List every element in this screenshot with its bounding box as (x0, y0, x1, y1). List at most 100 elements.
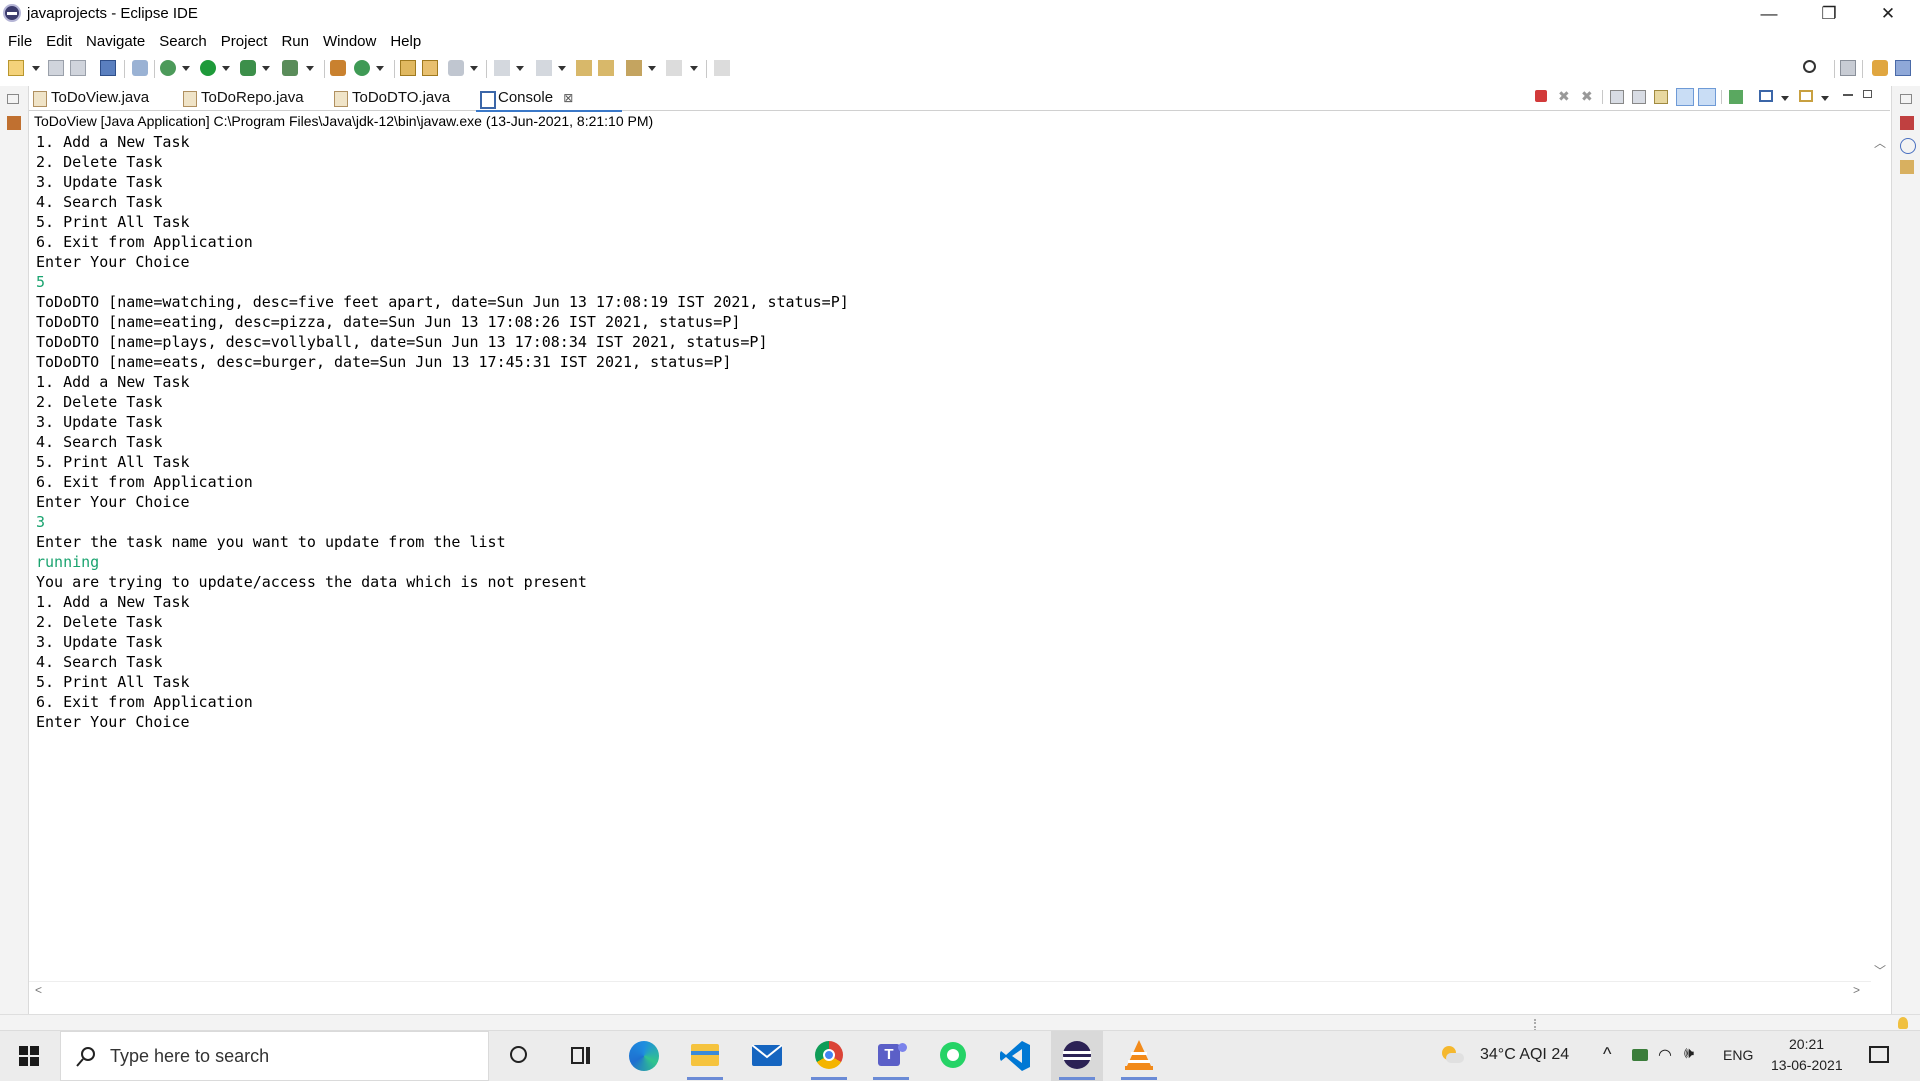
minimize-view-icon[interactable] (1843, 94, 1853, 96)
skip-breakpoints-icon[interactable] (132, 60, 148, 76)
restore-view-icon[interactable] (7, 94, 19, 104)
weather-text[interactable]: 34°C AQI 24 (1480, 1046, 1569, 1064)
word-wrap-icon[interactable] (1654, 90, 1668, 104)
maximize-view-icon[interactable] (1863, 90, 1872, 98)
scroll-down-icon[interactable]: ﹀ (1874, 962, 1886, 979)
tab-console[interactable]: Console ⊠ (476, 86, 622, 112)
new-icon[interactable] (8, 60, 24, 76)
minimize-button[interactable]: — (1746, 0, 1792, 30)
display-console-dropdown-icon[interactable] (1781, 96, 1789, 101)
back-dropdown-icon[interactable] (648, 66, 656, 71)
clear-console-icon[interactable] (1610, 90, 1624, 104)
pin-editor-icon[interactable] (714, 60, 730, 76)
restore-view-icon[interactable] (1900, 94, 1912, 104)
eclipse-icon[interactable] (1051, 1031, 1103, 1081)
search-dropdown-icon[interactable] (470, 66, 478, 71)
java-perspective-icon[interactable] (1872, 60, 1888, 76)
tab-todorepo-java[interactable]: ToDoRepo.java (179, 86, 331, 110)
debug-icon[interactable] (160, 60, 176, 76)
previous-annotation-dropdown-icon[interactable] (558, 66, 566, 71)
new-class-icon[interactable] (354, 60, 370, 76)
vlc-icon[interactable] (1113, 1031, 1165, 1081)
whatsapp-icon[interactable] (927, 1031, 979, 1081)
new-class-dropdown-icon[interactable] (376, 66, 384, 71)
scroll-right-icon[interactable]: > (1853, 983, 1860, 997)
remove-launch-icon[interactable]: ✖ (1558, 89, 1570, 103)
notifications-icon[interactable] (1869, 1046, 1889, 1063)
terminate-icon[interactable] (1535, 90, 1547, 102)
mail-icon[interactable] (741, 1031, 793, 1081)
next-annotation-dropdown-icon[interactable] (516, 66, 524, 71)
package-explorer-icon[interactable] (7, 116, 21, 130)
next-annotation-icon[interactable] (494, 60, 510, 76)
forward-icon[interactable] (666, 60, 682, 76)
show-console-error-icon[interactable] (1698, 88, 1716, 106)
show-console-output-icon[interactable] (1676, 88, 1694, 106)
previous-annotation-icon[interactable] (536, 60, 552, 76)
debug-perspective-icon[interactable] (1895, 60, 1911, 76)
volume-icon[interactable]: 🕪 (1684, 1045, 1694, 1063)
vertical-scrollbar[interactable]: ︿ ﹀ (1871, 132, 1889, 981)
clock-time[interactable]: 20:21 (1789, 1036, 1824, 1052)
forward-dropdown-icon[interactable] (690, 66, 698, 71)
wifi-icon[interactable]: ◠ (1658, 1045, 1672, 1065)
run-dropdown-icon[interactable] (222, 66, 230, 71)
display-selected-console-icon[interactable] (1759, 90, 1773, 102)
save-icon[interactable] (48, 60, 64, 76)
tab-todoview-java[interactable]: ToDoView.java (29, 86, 181, 110)
menu-run[interactable]: Run (273, 31, 315, 53)
menu-project[interactable]: Project (213, 31, 274, 53)
search-tool-icon[interactable] (448, 60, 464, 76)
restore-button[interactable]: ❐ (1806, 0, 1852, 30)
battery-icon[interactable] (1632, 1049, 1648, 1061)
cortana-icon[interactable] (494, 1031, 546, 1081)
menu-window[interactable]: Window (315, 31, 382, 53)
javadoc-icon[interactable] (1900, 138, 1916, 154)
menu-help[interactable]: Help (382, 31, 427, 53)
menu-navigate[interactable]: Navigate (78, 31, 151, 53)
vscode-icon[interactable] (989, 1031, 1041, 1081)
show-hidden-icons-icon[interactable]: ^ (1603, 1044, 1611, 1065)
external-tools-icon[interactable] (282, 60, 298, 76)
terminal-icon[interactable] (100, 60, 116, 76)
taskbar-search-box[interactable]: Type here to search (60, 1031, 489, 1081)
run-icon[interactable] (200, 60, 216, 76)
menu-file[interactable]: File (0, 31, 38, 53)
scroll-lock-icon[interactable] (1632, 90, 1646, 104)
search-icon[interactable] (1803, 60, 1816, 73)
close-tab-icon[interactable]: ⊠ (563, 91, 573, 105)
teams-icon[interactable]: T (865, 1031, 917, 1081)
weather-icon[interactable] (1442, 1046, 1464, 1064)
open-perspective-icon[interactable] (1840, 60, 1856, 76)
open-console-icon[interactable] (1799, 90, 1813, 102)
clock-date[interactable]: 13-06-2021 (1771, 1057, 1843, 1073)
open-task-icon[interactable] (422, 60, 438, 76)
new-dropdown-icon[interactable] (32, 66, 40, 71)
language-indicator[interactable]: ENG (1723, 1047, 1753, 1063)
pin-console-icon[interactable] (1729, 90, 1743, 104)
debug-dropdown-icon[interactable] (182, 66, 190, 71)
edge-icon[interactable] (617, 1031, 669, 1081)
task-view-icon[interactable] (555, 1031, 607, 1081)
open-console-dropdown-icon[interactable] (1821, 96, 1829, 101)
save-all-icon[interactable] (70, 60, 86, 76)
coverage-dropdown-icon[interactable] (262, 66, 270, 71)
declaration-icon[interactable] (1900, 160, 1914, 174)
close-button[interactable]: ✕ (1865, 0, 1911, 30)
console-output[interactable]: 1. Add a New Task 2. Delete Task 3. Update… (29, 132, 1871, 981)
outline-icon[interactable] (1900, 116, 1914, 130)
back-history-icon[interactable] (598, 60, 614, 76)
open-type-icon[interactable] (400, 60, 416, 76)
back-icon[interactable] (626, 60, 642, 76)
new-java-project-icon[interactable] (330, 60, 346, 76)
horizontal-scrollbar[interactable]: < > (29, 981, 1871, 1000)
tab-tododto-java[interactable]: ToDoDTO.java (330, 86, 482, 110)
tip-lightbulb-icon[interactable] (1898, 1017, 1908, 1029)
coverage-icon[interactable] (240, 60, 256, 76)
scroll-left-icon[interactable]: < (35, 983, 42, 997)
remove-all-terminated-icon[interactable]: ✖ (1581, 89, 1595, 103)
chrome-icon[interactable] (803, 1031, 855, 1081)
start-button[interactable] (0, 1031, 58, 1081)
external-tools-dropdown-icon[interactable] (306, 66, 314, 71)
last-edit-location-icon[interactable] (576, 60, 592, 76)
